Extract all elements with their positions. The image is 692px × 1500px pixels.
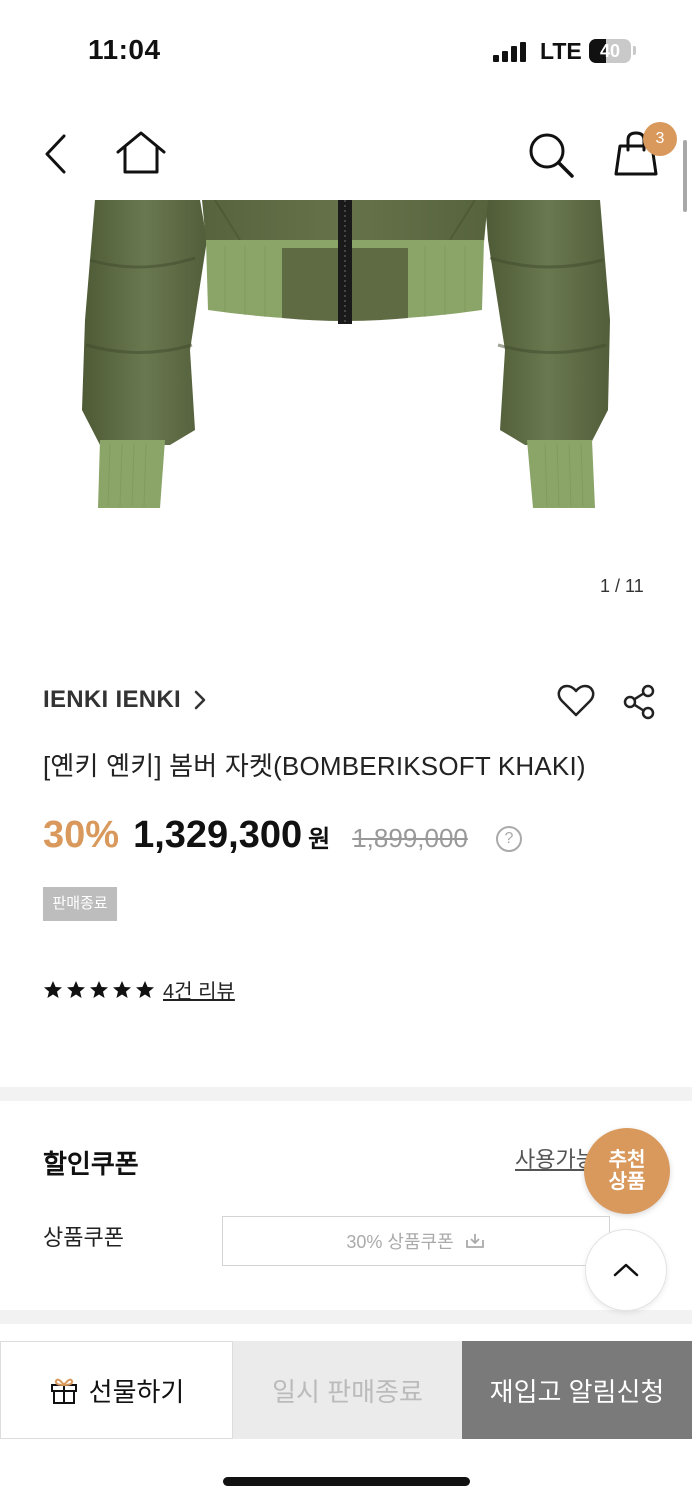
star-icon [44, 980, 62, 998]
cart-count-badge: 3 [643, 122, 677, 156]
gift-button[interactable]: 선물하기 [0, 1341, 233, 1439]
product-coupon-label: 상품쿠폰 [43, 1225, 124, 1250]
coupon-button-label: 30% 상품쿠폰 [346, 1232, 454, 1252]
battery-icon: 40 [589, 39, 631, 63]
brand-name: IENKI IENKI [43, 686, 181, 713]
image-counter: 1 / 11 [600, 576, 644, 596]
top-nav [0, 110, 692, 200]
gift-icon [50, 1378, 77, 1404]
coupon-section-title: 할인쿠폰 [43, 1149, 139, 1179]
bottom-action-bar: 선물하기 일시 판매종료 재입고 알림신청 [0, 1341, 692, 1439]
star-icon [136, 980, 154, 998]
search-icon[interactable] [526, 130, 576, 180]
home-indicator [223, 1477, 470, 1486]
home-icon[interactable] [115, 130, 167, 176]
download-icon [465, 1234, 484, 1248]
star-rating [43, 980, 155, 1000]
gift-label: 선물하기 [88, 1376, 185, 1407]
original-price: 1,899,000 [352, 823, 468, 853]
star-icon [113, 980, 131, 998]
heart-icon[interactable] [557, 684, 595, 718]
status-badge: 판매종료 [43, 887, 117, 921]
battery-percent: 40 [599, 41, 621, 61]
star-icon [67, 980, 85, 998]
brand-link[interactable]: IENKI IENKI [43, 686, 207, 714]
restock-alert-button[interactable]: 재입고 알림신청 [462, 1341, 692, 1439]
currency-label: 원 [308, 826, 331, 853]
status-bar: 11:04 LTE 40 [0, 0, 692, 100]
price-row: 30% 1,329,300 원 1,899,000 [43, 814, 468, 857]
recommend-label-1: 추천 [608, 1149, 646, 1171]
network-label: LTE [540, 38, 582, 64]
star-icon [90, 980, 108, 998]
status-time: 11:04 [88, 34, 161, 65]
signal-icon [493, 42, 526, 62]
share-icon[interactable] [622, 684, 656, 720]
section-divider [0, 1087, 692, 1101]
rating-row: 4건 리뷰 [43, 975, 235, 1004]
battery-tip [633, 46, 636, 55]
review-link[interactable]: 4건 리뷰 [163, 975, 235, 1004]
recommend-label-2: 상품 [608, 1171, 646, 1193]
back-icon[interactable] [40, 132, 74, 176]
price-help-icon[interactable]: ? [496, 826, 522, 852]
coupon-download-button[interactable]: 30% 상품쿠폰 [222, 1216, 610, 1266]
chevron-up-icon [613, 1263, 639, 1277]
soldout-button: 일시 판매종료 [233, 1341, 462, 1439]
sale-price: 1,329,300 [133, 814, 303, 856]
chevron-right-icon [194, 690, 206, 710]
section-divider [0, 1310, 692, 1324]
discount-rate: 30% [43, 814, 120, 856]
product-name: [옌키 옌키] 봄버 자켓(BOMBERIKSOFT KHAKI) [43, 751, 586, 781]
scroll-top-button[interactable] [585, 1229, 667, 1311]
product-image[interactable] [0, 200, 692, 620]
recommend-products-button[interactable]: 추천 상품 [584, 1128, 670, 1214]
